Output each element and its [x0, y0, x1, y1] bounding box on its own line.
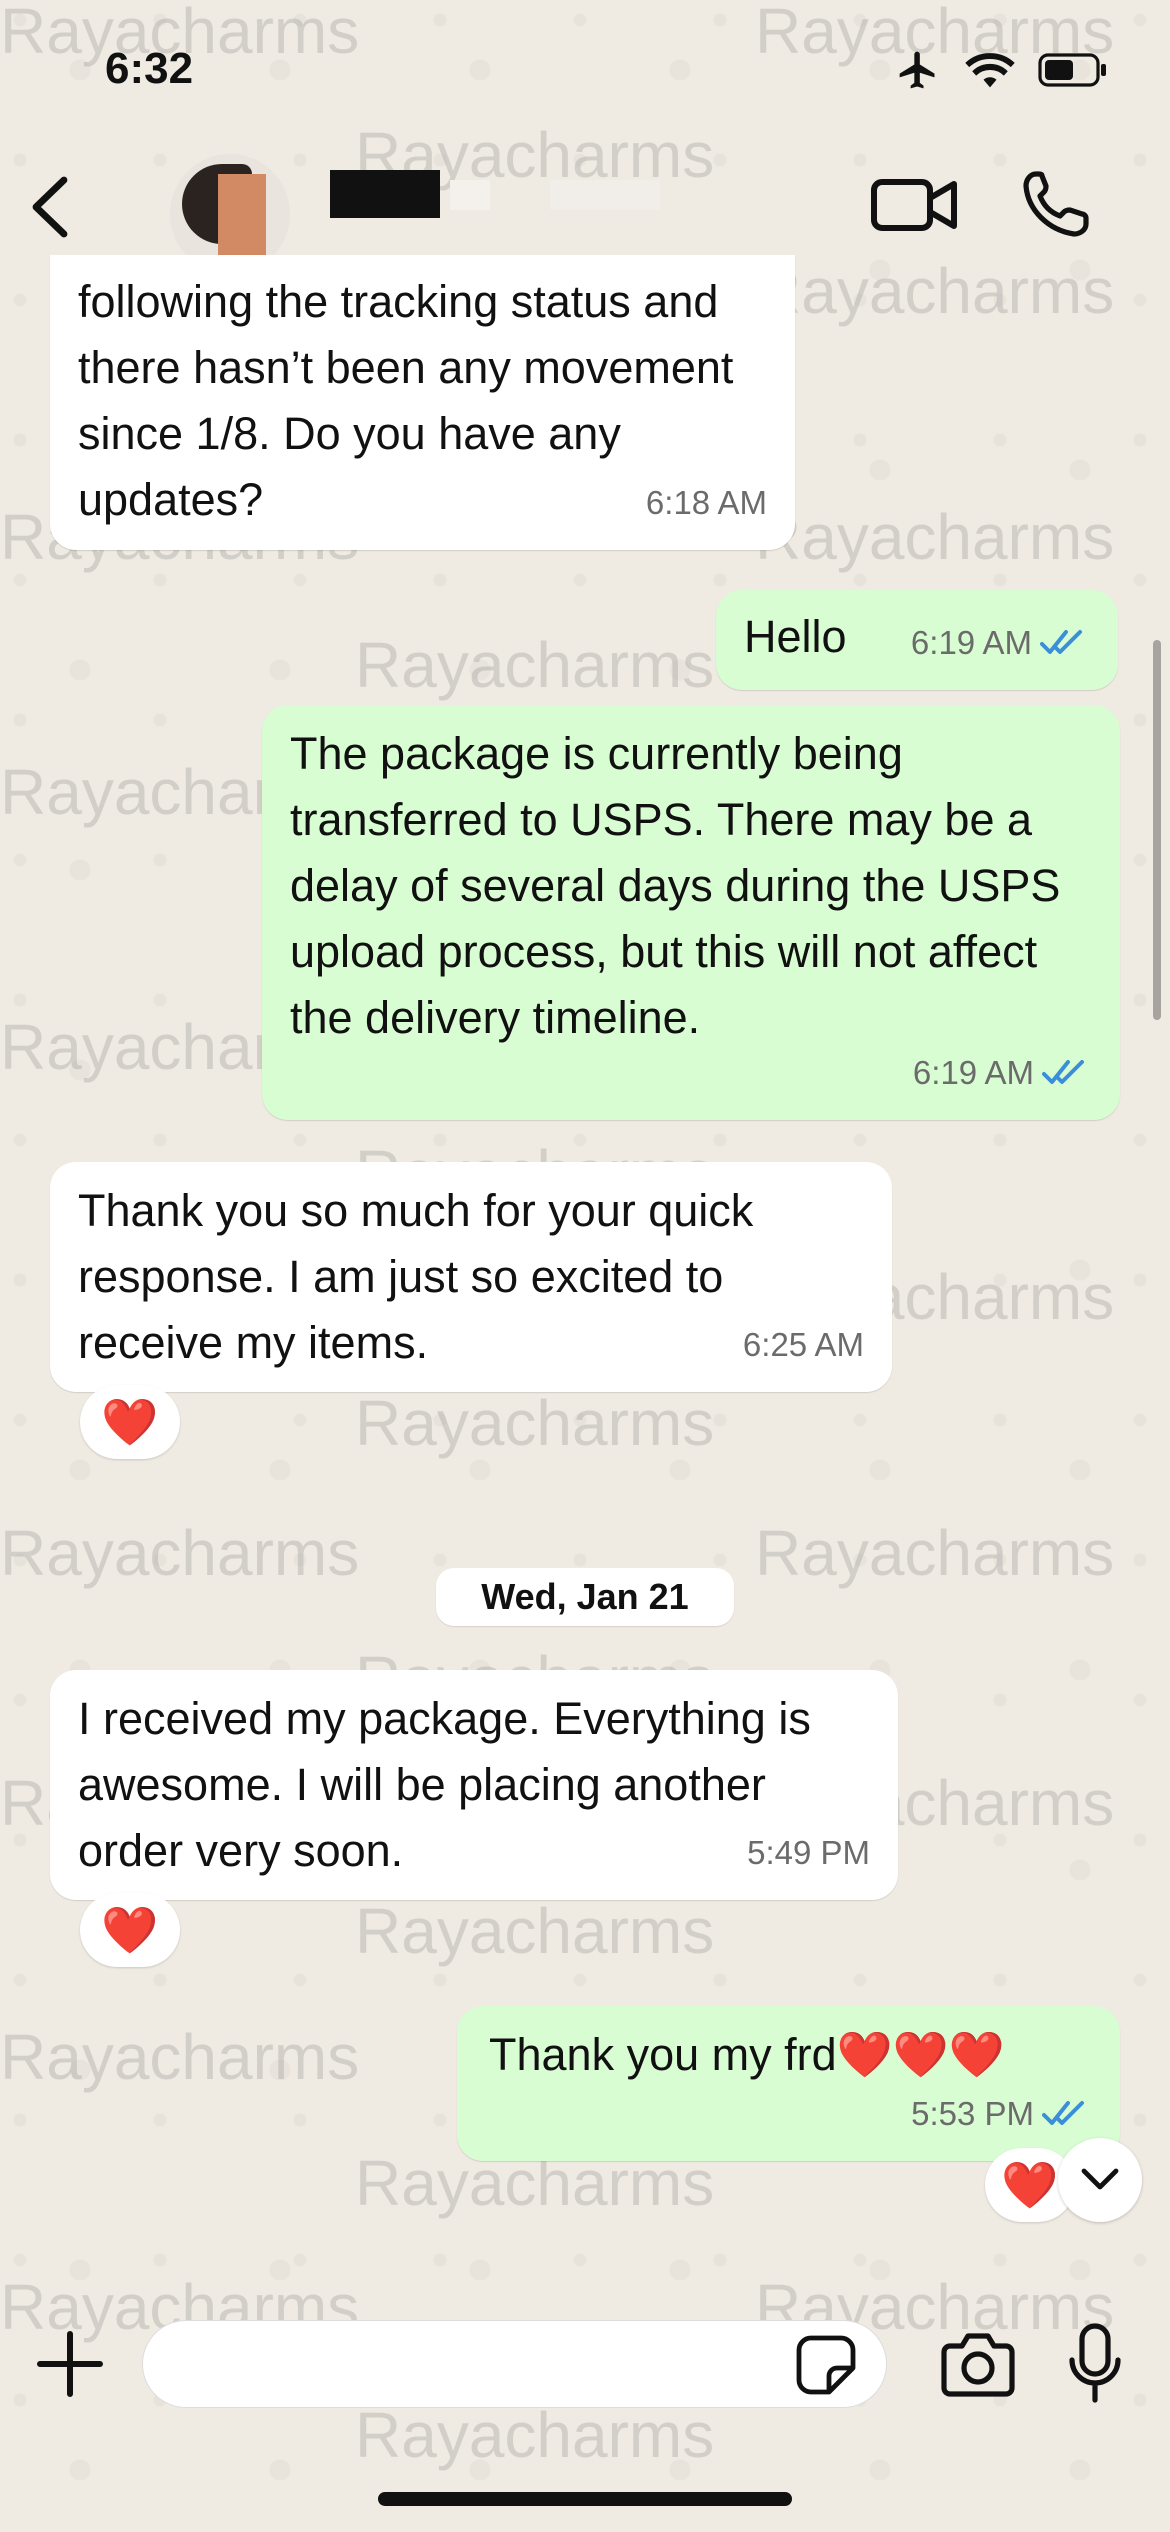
message-time: 5:53 PM [911, 2095, 1034, 2132]
read-receipt-icon [1040, 630, 1082, 654]
battery-icon [1038, 53, 1106, 87]
home-indicator [378, 2492, 792, 2506]
contact-name-redacted [450, 180, 490, 210]
status-time: 6:32 [105, 44, 194, 93]
message-bubble-incoming[interactable]: Thank you so much for your quick respons… [50, 1162, 892, 1392]
message-bubble-incoming[interactable]: I received my package. Everything is awe… [50, 1670, 898, 1900]
message-bubble-outgoing[interactable]: Thank you my frd❤️❤️❤️ 5:53 PM [457, 2006, 1120, 2161]
date-separator: Wed, Jan 21 [436, 1568, 734, 1626]
status-bar: 6:32 [0, 0, 1170, 150]
message-time: 6:18 AM [645, 484, 767, 521]
video-call-icon[interactable] [870, 170, 960, 240]
message-meta: 6:19 AM [913, 1040, 1092, 1106]
message-text: Thank you so much for your quick respons… [78, 1185, 754, 1368]
message-time: 5:49 PM [747, 1834, 870, 1871]
microphone-icon[interactable] [1068, 2322, 1122, 2404]
camera-icon[interactable] [940, 2328, 1016, 2398]
scroll-to-bottom-button[interactable] [1058, 2138, 1142, 2222]
message-meta: 6:19 AM [911, 610, 1090, 676]
phone-icon[interactable] [1020, 168, 1090, 240]
message-time: 6:25 AM [742, 1326, 864, 1363]
message-text: Hello [744, 611, 847, 662]
chat-header [0, 140, 1170, 274]
message-meta: 5:53 PM [911, 2081, 1092, 2147]
contact-name-redacted [550, 180, 660, 210]
wifi-icon [965, 53, 1015, 88]
status-icons [894, 48, 1110, 92]
message-reaction[interactable]: ❤️ [80, 1385, 180, 1459]
message-bubble-incoming[interactable]: following the tracking status and there … [50, 255, 795, 550]
message-text: Thank you my frd❤️❤️❤️ [489, 2029, 1005, 2080]
message-bubble-outgoing[interactable]: Hello 6:19 AM [716, 590, 1118, 690]
airplane-icon [899, 51, 935, 89]
read-receipt-icon [1042, 2101, 1084, 2125]
chevron-down-icon [1081, 2168, 1119, 2190]
message-input[interactable] [142, 2320, 887, 2408]
contact-name-redacted[interactable] [330, 170, 440, 218]
plus-icon[interactable] [36, 2330, 104, 2398]
message-time: 6:19 AM [912, 1054, 1034, 1091]
message-meta: 5:49 PM [747, 1820, 870, 1886]
read-receipt-icon [1042, 1060, 1084, 1084]
back-icon[interactable] [20, 172, 80, 242]
message-meta: 6:18 AM [646, 470, 767, 536]
message-reaction[interactable]: ❤️ [80, 1893, 180, 1967]
message-meta: 6:25 AM [743, 1312, 864, 1378]
message-bubble-outgoing[interactable]: The package is currently being transferr… [262, 705, 1120, 1120]
scrollbar[interactable] [1153, 640, 1161, 1020]
message-time: 6:19 AM [910, 624, 1032, 661]
message-text: The package is currently being transferr… [290, 728, 1061, 1043]
sticker-icon[interactable] [795, 2334, 857, 2396]
